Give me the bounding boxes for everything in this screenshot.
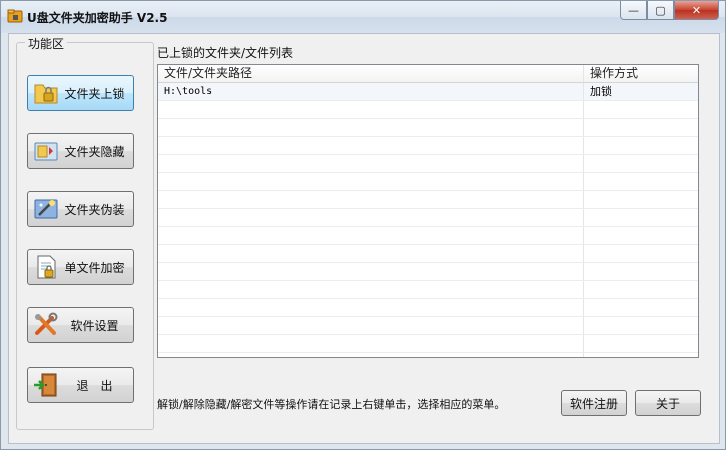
table-row[interactable]: H:\tools 加锁 [158, 83, 698, 101]
folder-lock-icon [34, 84, 58, 104]
empty-row [158, 299, 698, 317]
column-header-path[interactable]: 文件/文件夹路径 [158, 65, 584, 82]
locked-list-title: 已上锁的文件夹/文件列表 [157, 46, 294, 60]
empty-row [158, 281, 698, 299]
hide-folder-label: 文件夹隐藏 [64, 144, 125, 159]
list-header: 文件/文件夹路径 操作方式 [158, 65, 698, 83]
empty-row [158, 191, 698, 209]
encrypt-file-label: 单文件加密 [64, 260, 125, 275]
settings-tools-icon [35, 312, 58, 335]
empty-row [158, 245, 698, 263]
empty-row [158, 137, 698, 155]
empty-row [158, 173, 698, 191]
usage-hint: 解锁/解除隐藏/解密文件等操作请在记录上右键单击，选择相应的菜单。 [157, 398, 506, 411]
close-button[interactable]: ✕ [674, 1, 719, 20]
minimize-button[interactable]: — [620, 1, 647, 20]
folder-hide-icon [34, 142, 58, 161]
lock-folder-button[interactable]: 文件夹上锁 [27, 75, 134, 111]
disguise-folder-label: 文件夹伪装 [64, 202, 125, 217]
empty-row [158, 335, 698, 353]
function-group: 功能区 文件夹上锁 文件夹隐藏 文件夹伪装 单文件加密 软件设置 退 出 [16, 35, 154, 430]
folder-disguise-icon [34, 199, 58, 219]
app-icon [7, 9, 23, 23]
encrypt-file-button[interactable]: 单文件加密 [27, 249, 134, 285]
app-window: U盘文件夹加密助手 V2.5 — ▢ ✕ 功能区 文件夹上锁 文件夹隐藏 文件夹… [0, 0, 726, 450]
empty-row [158, 155, 698, 173]
exit-label: 退 出 [76, 378, 113, 393]
hide-folder-button[interactable]: 文件夹隐藏 [27, 133, 134, 169]
empty-row [158, 101, 698, 119]
register-button[interactable]: 软件注册 [561, 390, 627, 416]
lock-folder-label: 文件夹上锁 [64, 86, 125, 101]
locked-items-list[interactable]: 文件/文件夹路径 操作方式 H:\tools 加锁 [157, 64, 699, 358]
about-button[interactable]: 关于 [635, 390, 701, 416]
empty-row [158, 227, 698, 245]
function-group-title: 功能区 [25, 35, 68, 52]
exit-door-icon [34, 373, 57, 397]
disguise-folder-button[interactable]: 文件夹伪装 [27, 191, 134, 227]
title-bar[interactable]: U盘文件夹加密助手 V2.5 — ▢ ✕ [1, 1, 725, 33]
empty-row [158, 353, 698, 357]
client-area: 功能区 文件夹上锁 文件夹隐藏 文件夹伪装 单文件加密 软件设置 退 出 已上锁… [8, 33, 720, 444]
row-action-cell: 加锁 [590, 85, 612, 98]
exit-button[interactable]: 退 出 [27, 367, 134, 403]
window-title: U盘文件夹加密助手 V2.5 [27, 11, 168, 25]
empty-row [158, 263, 698, 281]
row-path-cell: H:\tools [158, 83, 584, 100]
empty-row [158, 119, 698, 137]
settings-label: 软件设置 [70, 318, 119, 333]
file-encrypt-icon [37, 255, 56, 279]
empty-row [158, 317, 698, 335]
settings-button[interactable]: 软件设置 [27, 307, 134, 343]
column-header-action[interactable]: 操作方式 [584, 65, 698, 82]
maximize-button[interactable]: ▢ [647, 1, 674, 20]
empty-row [158, 209, 698, 227]
